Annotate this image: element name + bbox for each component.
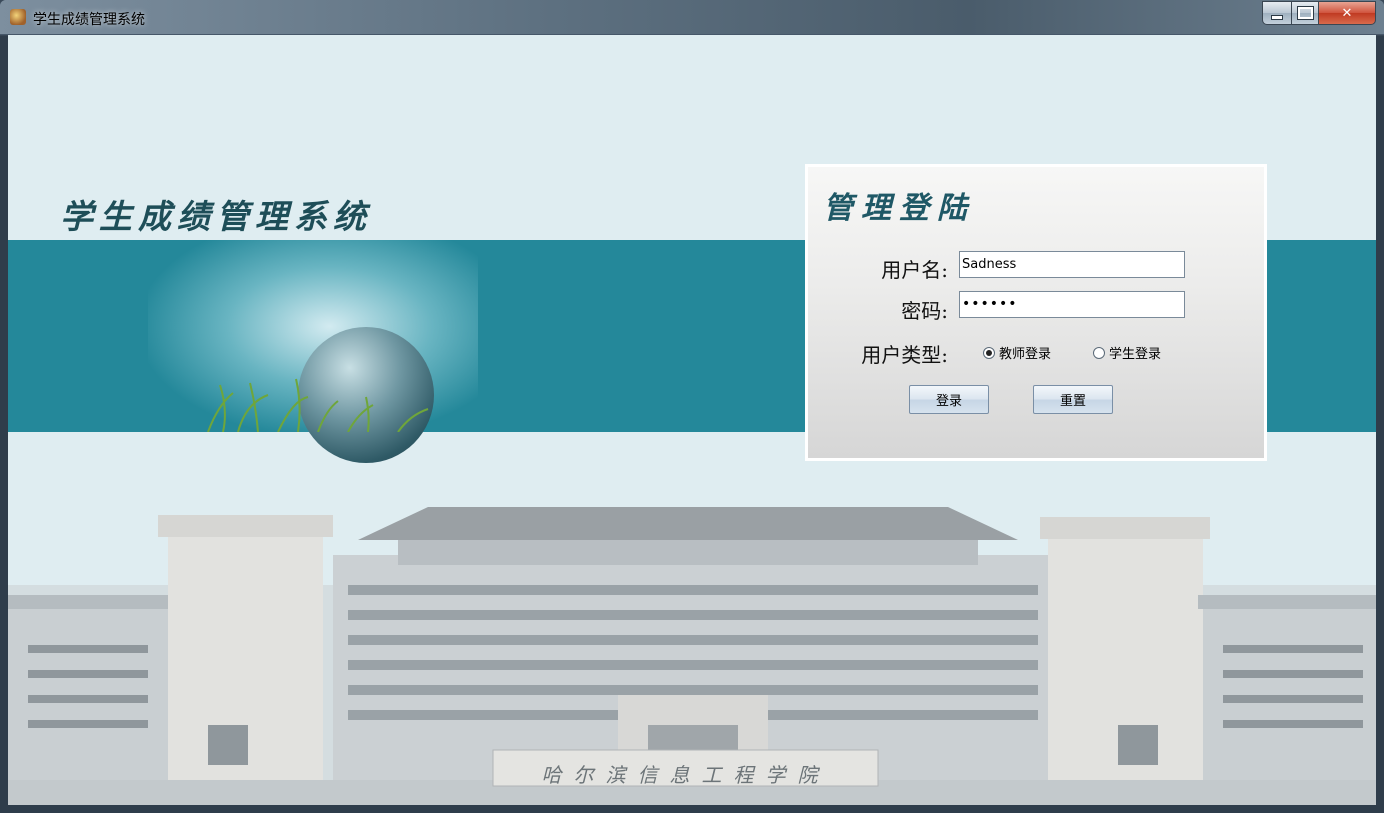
- app-window: 学生成绩管理系统 ✕ 学生成绩管理系统 哈尔滨信息工程学院 管理登陆 用户名: …: [0, 0, 1384, 813]
- maximize-icon: [1296, 6, 1314, 20]
- minimize-icon: [1271, 14, 1283, 20]
- radio-student[interactable]: 学生登录: [1093, 343, 1161, 362]
- campus-sign-text: 哈尔滨信息工程学院: [541, 763, 830, 787]
- window-controls: ✕: [1262, 1, 1376, 25]
- grass-image: [207, 378, 429, 432]
- system-title: 学生成绩管理系统: [60, 197, 372, 236]
- radio-unselected-icon: [1093, 346, 1105, 359]
- close-button[interactable]: ✕: [1319, 1, 1376, 25]
- login-button[interactable]: 登录: [909, 385, 989, 414]
- maximize-button[interactable]: [1292, 1, 1319, 25]
- radio-teacher-label: 教师登录: [999, 347, 1052, 362]
- login-title: 管理登陆: [823, 191, 975, 226]
- reset-button[interactable]: 重置: [1033, 385, 1113, 414]
- radio-student-label: 学生登录: [1109, 347, 1162, 362]
- close-icon: ✕: [1341, 5, 1353, 21]
- password-label: 密码:: [901, 299, 948, 323]
- usertype-label: 用户类型:: [861, 343, 948, 367]
- radio-teacher[interactable]: 教师登录: [983, 343, 1051, 362]
- radio-selected-icon: [983, 346, 995, 359]
- password-input[interactable]: ••••••: [959, 291, 1185, 318]
- username-label: 用户名:: [881, 258, 948, 282]
- username-input[interactable]: [959, 251, 1185, 278]
- window-title: 学生成绩管理系统: [33, 12, 145, 28]
- minimize-button[interactable]: [1262, 1, 1292, 25]
- login-panel: 管理登陆 用户名: 密码: •••••• 用户类型: 教师登录 学生登录 登录 …: [805, 164, 1267, 461]
- app-icon: [10, 9, 26, 25]
- title-bar[interactable]: 学生成绩管理系统 ✕: [0, 0, 1384, 34]
- main-content: 学生成绩管理系统 哈尔滨信息工程学院 管理登陆 用户名: Sadness 密码:…: [8, 35, 1376, 805]
